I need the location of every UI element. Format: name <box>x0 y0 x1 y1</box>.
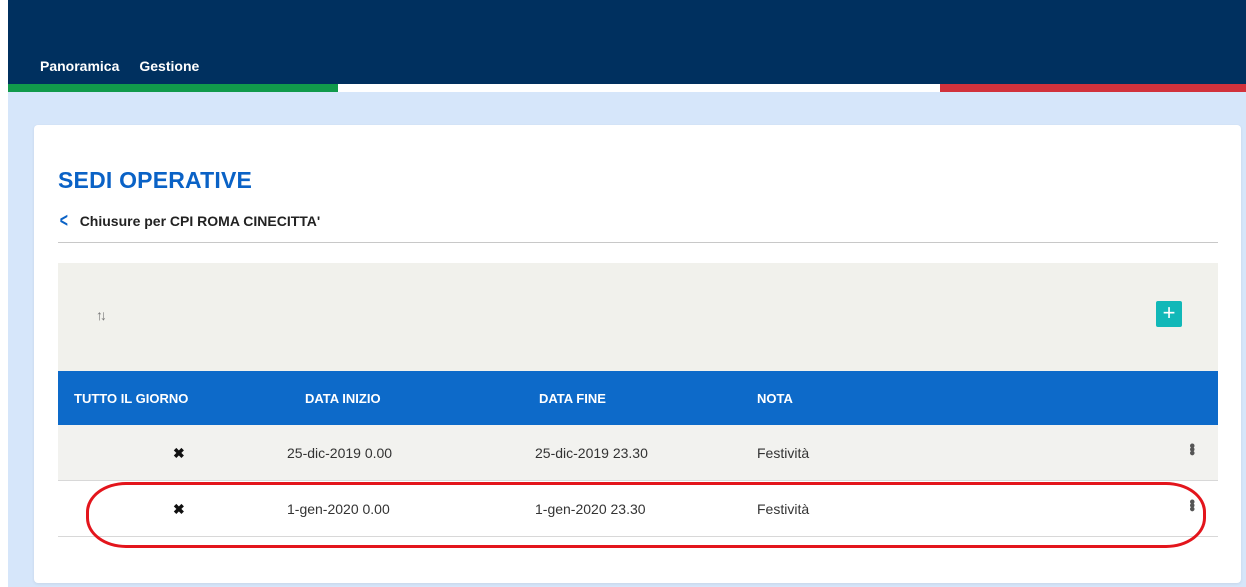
end-date-cell: 1-gen-2020 23.30 <box>535 501 646 517</box>
sort-icon[interactable]: ↑↓ <box>96 307 107 323</box>
table-header: TUTTO IL GIORNO DATA INIZIO DATA FINE NO… <box>58 371 1218 425</box>
note-cell: Festività <box>757 445 810 461</box>
top-nav-bar: Panoramica Gestione <box>8 0 1246 84</box>
breadcrumb-label: Chiusure per CPI ROMA CINECITTA' <box>79 213 321 229</box>
page-title: SEDI OPERATIVE <box>58 167 253 193</box>
flag-green <box>8 84 338 92</box>
main-nav: Panoramica Gestione <box>40 58 199 74</box>
table-toolbar: ↑↓ + <box>58 263 1218 371</box>
column-header-end[interactable]: DATA FINE <box>539 391 606 406</box>
column-header-note[interactable]: NOTA <box>757 391 793 406</box>
more-vertical-icon[interactable]: ••• <box>1182 443 1200 454</box>
end-date-cell: 25-dic-2019 23.30 <box>535 445 648 461</box>
column-header-start[interactable]: DATA INIZIO <box>305 391 381 406</box>
content-card: SEDI OPERATIVE < Chiusure per CPI ROMA C… <box>34 125 1241 583</box>
divider <box>58 242 1218 243</box>
more-vertical-icon[interactable]: ••• <box>1182 499 1200 510</box>
breadcrumb: < Chiusure per CPI ROMA CINECITTA' <box>58 211 321 231</box>
flag-white <box>338 84 940 92</box>
plus-icon: + <box>1162 300 1176 325</box>
flag-red <box>940 84 1246 92</box>
chevron-left-icon[interactable]: < <box>60 211 68 231</box>
add-button[interactable]: + <box>1156 301 1182 327</box>
table-row[interactable]: ✖ 25-dic-2019 0.00 25-dic-2019 23.30 Fes… <box>58 425 1218 481</box>
table-row[interactable]: ✖ 1-gen-2020 0.00 1-gen-2020 23.30 Festi… <box>58 481 1218 537</box>
column-header-all-day[interactable]: TUTTO IL GIORNO <box>74 391 188 406</box>
close-icon: ✖ <box>173 501 185 517</box>
note-cell: Festività <box>757 501 810 517</box>
nav-item-panoramica[interactable]: Panoramica <box>40 58 119 74</box>
start-date-cell: 25-dic-2019 0.00 <box>287 445 393 461</box>
start-date-cell: 1-gen-2020 0.00 <box>287 501 390 517</box>
close-icon: ✖ <box>173 445 185 461</box>
nav-item-gestione[interactable]: Gestione <box>139 58 199 74</box>
italian-flag-stripe <box>8 84 1246 92</box>
